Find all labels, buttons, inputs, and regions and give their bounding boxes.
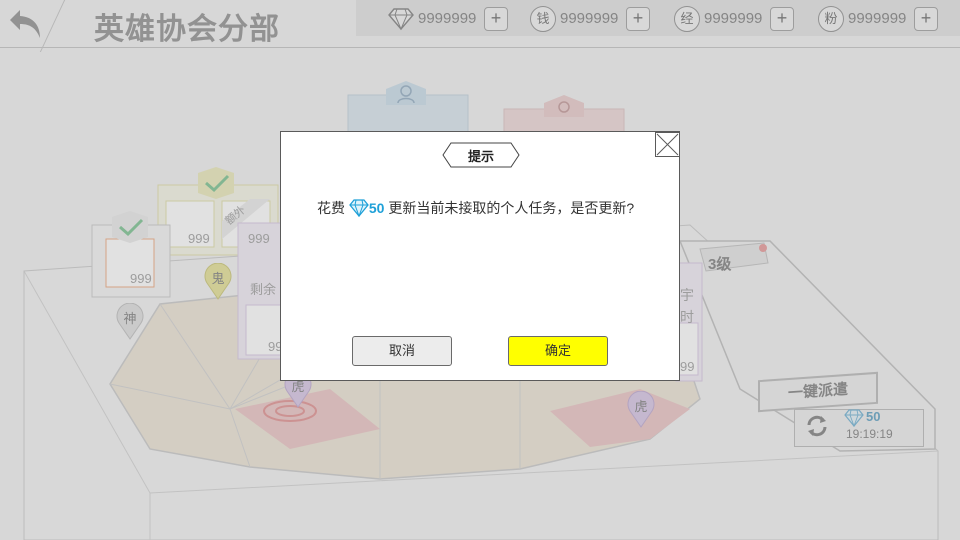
dialog-message: 花费 50 更新当前未接取的个人任务，是否更新? [317,198,667,218]
close-icon [656,133,679,156]
confirm-button[interactable]: 确定 [508,336,608,366]
dialog-title: 提示 [467,149,494,164]
dialog-title-badge: 提示 [441,142,521,168]
confirm-dialog: 提示 花费 50 更新当前未接取的个人任务，是否更新? 取消 确定 [280,131,680,381]
message-prefix: 花费 [317,200,345,216]
cancel-button[interactable]: 取消 [352,336,452,366]
message-suffix: 更新当前未接取的个人任务，是否更新? [388,200,635,216]
close-button[interactable] [655,132,680,157]
diamond-icon [349,199,369,217]
message-cost: 50 [368,200,385,216]
